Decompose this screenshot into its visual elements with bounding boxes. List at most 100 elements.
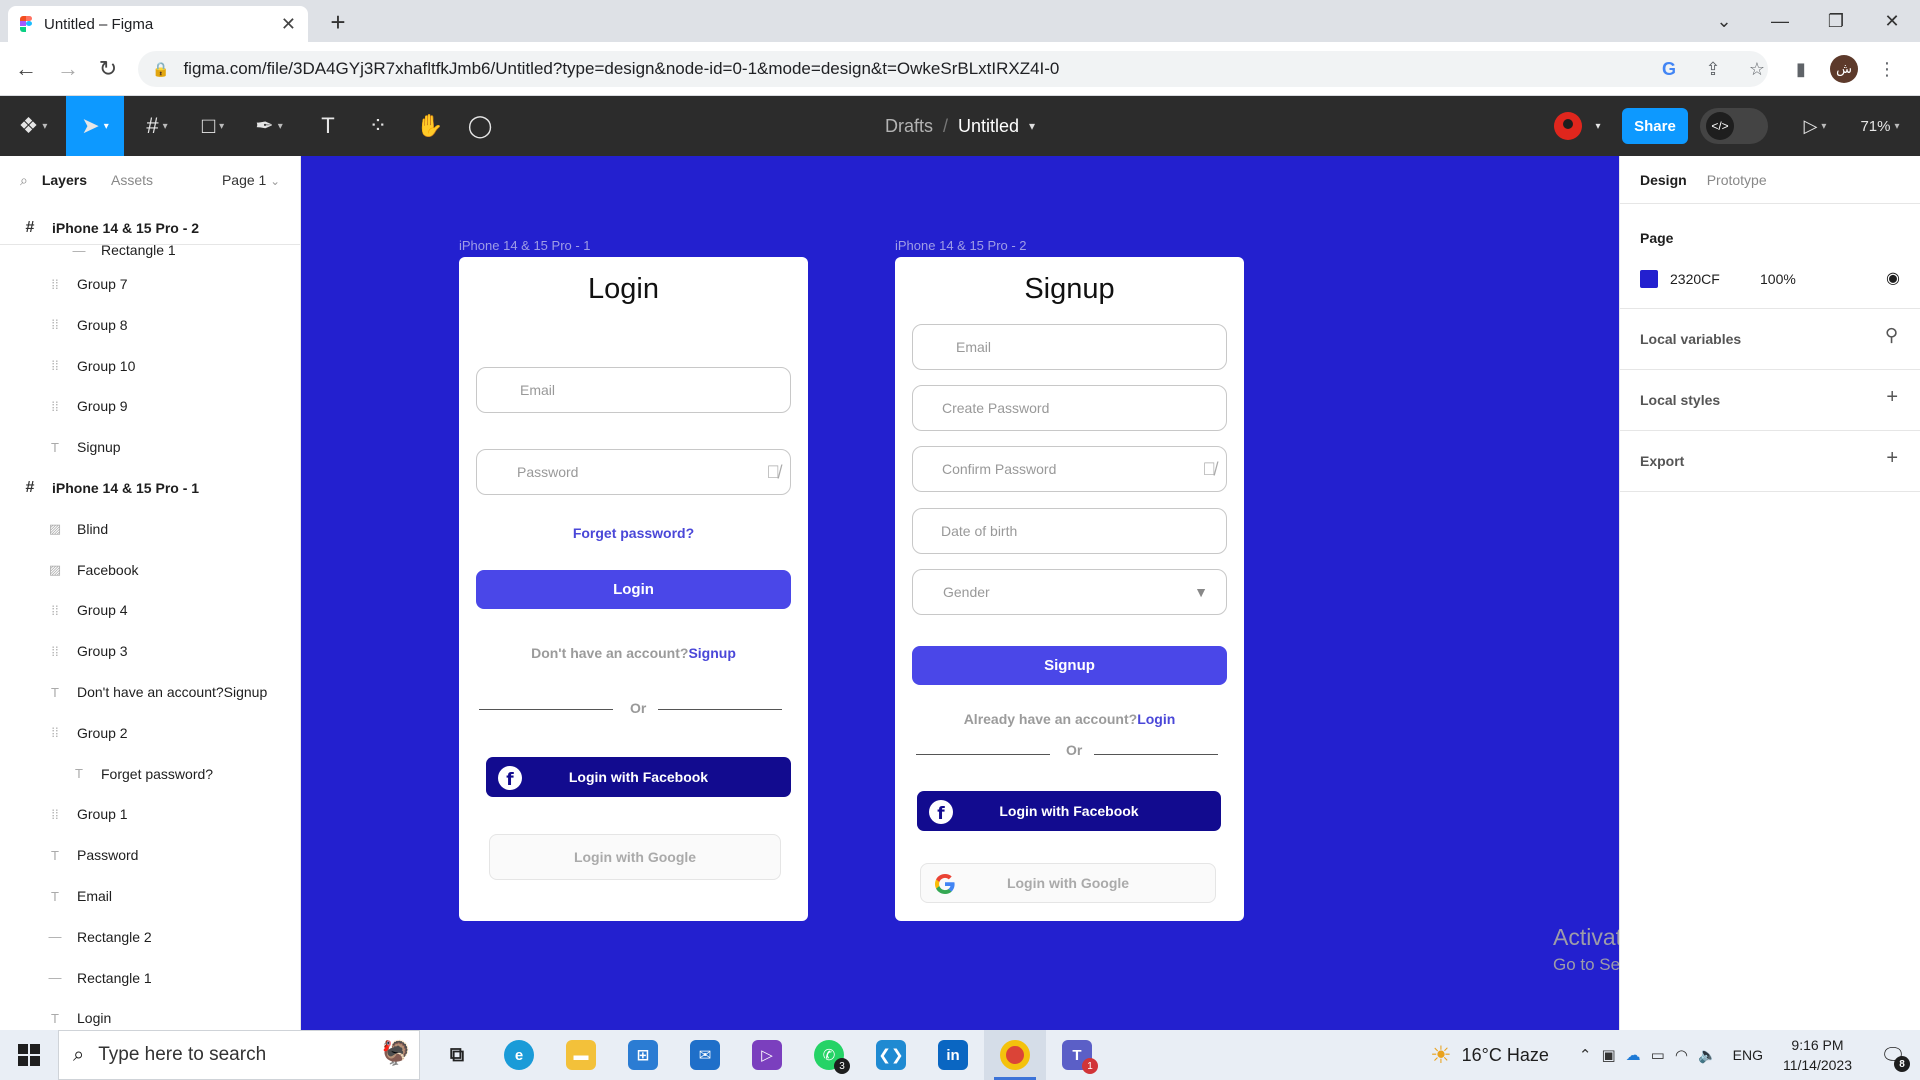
browser-tab[interactable]: Untitled – Figma ✕: [8, 6, 308, 42]
eye-slash-icon[interactable]: 👁̸: [1203, 459, 1217, 480]
signup-button[interactable]: Signup: [912, 646, 1227, 685]
wifi-icon[interactable]: ◠: [1675, 1046, 1688, 1064]
design-canvas[interactable]: iPhone 14 & 15 Pro - 1 Login Email Passw…: [301, 156, 1619, 1030]
tab-search-icon[interactable]: ⌄: [1696, 0, 1752, 42]
comment-tool-icon[interactable]: ◯: [460, 96, 500, 156]
signup-google-button[interactable]: Login with Google: [920, 863, 1216, 903]
file-explorer-icon[interactable]: ▬: [550, 1030, 612, 1080]
figma-main-menu-icon[interactable]: ❖ ▾: [10, 96, 56, 156]
linkedin-icon[interactable]: in: [922, 1030, 984, 1080]
mail-icon[interactable]: ✉: [674, 1030, 736, 1080]
layer-row[interactable]: — Rectangle 2: [0, 917, 300, 957]
google-icon[interactable]: G: [1654, 54, 1684, 84]
move-tool-icon[interactable]: ➤ ▾: [66, 96, 124, 156]
add-export-icon[interactable]: +: [1886, 447, 1898, 470]
layer-row[interactable]: ▨ Facebook: [0, 550, 300, 590]
start-button[interactable]: [0, 1030, 58, 1080]
frame-label-signup[interactable]: iPhone 14 & 15 Pro - 2: [895, 238, 1027, 253]
reload-icon[interactable]: ↻: [94, 55, 122, 83]
eye-slash-icon[interactable]: 👁̸: [767, 462, 781, 483]
pen-tool-icon[interactable]: ✒ ▾: [246, 96, 292, 156]
language-indicator[interactable]: ENG: [1733, 1047, 1763, 1063]
login-link[interactable]: Login: [1137, 711, 1175, 727]
login-facebook-button[interactable]: f Login with Facebook: [486, 757, 791, 797]
signup-facebook-button[interactable]: f Login with Facebook: [917, 791, 1221, 831]
tab-assets[interactable]: Assets: [111, 172, 153, 188]
chevron-down-icon[interactable]: ▾: [1029, 119, 1035, 133]
login-frame[interactable]: Login Email Password 👁̸ Forget password?…: [459, 257, 808, 921]
side-panel-icon[interactable]: ▮: [1786, 54, 1816, 84]
export-title[interactable]: Export: [1640, 453, 1684, 469]
meet-now-icon[interactable]: ▣: [1601, 1046, 1615, 1064]
close-window-icon[interactable]: ✕: [1864, 0, 1920, 42]
visual-studio-icon[interactable]: ▷: [736, 1030, 798, 1080]
local-variables-title[interactable]: Local variables: [1640, 331, 1741, 347]
new-tab-button[interactable]: +: [322, 6, 354, 38]
gender-select[interactable]: Gender ▼: [912, 569, 1227, 615]
file-name[interactable]: Untitled: [958, 116, 1019, 137]
tab-design[interactable]: Design: [1640, 172, 1687, 188]
page-color-opacity[interactable]: 100%: [1760, 271, 1796, 287]
layer-row[interactable]: ⁞⁞ Group 7: [0, 264, 300, 304]
frame-label-login[interactable]: iPhone 14 & 15 Pro - 1: [459, 238, 591, 253]
frame-tool-icon[interactable]: # ▾: [134, 96, 180, 156]
login-email-field[interactable]: Email: [476, 367, 791, 413]
shape-tool-icon[interactable]: □ ▾: [190, 96, 236, 156]
search-icon[interactable]: ⌕: [20, 172, 28, 189]
taskbar-search[interactable]: ⌕ Type here to search 🦃: [58, 1030, 420, 1080]
show-hidden-icons-icon[interactable]: ⌃: [1579, 1046, 1592, 1064]
layer-row[interactable]: T Forget password?: [0, 754, 300, 794]
local-styles-title[interactable]: Local styles: [1640, 392, 1720, 408]
hand-tool-icon[interactable]: ✋: [410, 96, 450, 156]
login-title[interactable]: Login: [449, 273, 798, 306]
signup-frame[interactable]: Signup Email Create Password Confirm Pas…: [895, 257, 1244, 921]
profile-avatar[interactable]: ش: [1830, 55, 1858, 83]
share-button[interactable]: Share: [1622, 108, 1688, 144]
restore-icon[interactable]: ❐: [1808, 0, 1864, 42]
notification-center-icon[interactable]: 🗨 8: [1878, 1040, 1910, 1072]
layer-row[interactable]: ⁞⁞ Group 8: [0, 305, 300, 345]
layer-row[interactable]: # iPhone 14 & 15 Pro - 1: [0, 468, 300, 508]
chrome-icon[interactable]: [984, 1030, 1046, 1080]
visibility-eye-icon[interactable]: ◉: [1886, 268, 1900, 288]
layer-row[interactable]: — Rectangle 1: [0, 958, 300, 998]
close-tab-icon[interactable]: ✕: [281, 14, 296, 35]
login-google-button[interactable]: Login with Google: [489, 834, 781, 880]
zoom-menu[interactable]: 71% ▾: [1850, 96, 1910, 156]
minimize-icon[interactable]: —: [1752, 0, 1808, 42]
confirm-password-field[interactable]: Confirm Password 👁̸: [912, 446, 1227, 492]
address-bar[interactable]: 🔒 figma.com/file/3DA4GYj3R7xhafltfkJmb6/…: [138, 51, 1768, 87]
login-button[interactable]: Login: [476, 570, 791, 609]
browser-menu-icon[interactable]: ⋮: [1872, 54, 1902, 84]
layer-row[interactable]: ⁞⁞ Group 4: [0, 590, 300, 630]
user-avatar[interactable]: [1554, 112, 1582, 140]
layer-row[interactable]: ⁞⁞ Group 2: [0, 713, 300, 753]
forgot-password-link[interactable]: Forget password?: [459, 525, 808, 541]
teams-icon[interactable]: T1: [1046, 1030, 1108, 1080]
variables-settings-icon[interactable]: ⚲: [1885, 325, 1898, 346]
volume-icon[interactable]: 🔈: [1698, 1046, 1717, 1064]
back-icon[interactable]: ←: [12, 55, 40, 83]
date-of-birth-field[interactable]: Date of birth: [912, 508, 1227, 554]
drafts-link[interactable]: Drafts: [885, 116, 933, 137]
tab-layers[interactable]: Layers: [42, 172, 87, 188]
avatar-chevron-icon[interactable]: ▾: [1588, 96, 1608, 156]
layer-row[interactable]: ⁞⁞ Group 9: [0, 386, 300, 426]
add-style-icon[interactable]: +: [1886, 386, 1898, 409]
layer-row[interactable]: T Signup: [0, 427, 300, 467]
layer-row[interactable]: T Password: [0, 835, 300, 875]
text-tool-icon[interactable]: T: [308, 96, 348, 156]
layer-row[interactable]: ⁞⁞ Group 10: [0, 346, 300, 386]
signup-title[interactable]: Signup: [895, 273, 1244, 306]
tab-prototype[interactable]: Prototype: [1707, 172, 1767, 188]
share-page-icon[interactable]: ⇪: [1698, 54, 1728, 84]
forward-icon[interactable]: →: [54, 55, 82, 83]
weather-widget[interactable]: ☀ 16°C Haze: [1430, 1041, 1549, 1070]
vscode-icon[interactable]: ❮❯: [860, 1030, 922, 1080]
resources-icon[interactable]: ⁘: [358, 96, 398, 156]
layer-row[interactable]: T Email: [0, 876, 300, 916]
present-icon[interactable]: ▷ ▾: [1792, 96, 1838, 156]
signup-link[interactable]: Signup: [688, 645, 735, 661]
page-selector[interactable]: Page 1 ⌄: [222, 172, 280, 188]
layer-row[interactable]: T Don't have an account?Signup: [0, 672, 300, 712]
